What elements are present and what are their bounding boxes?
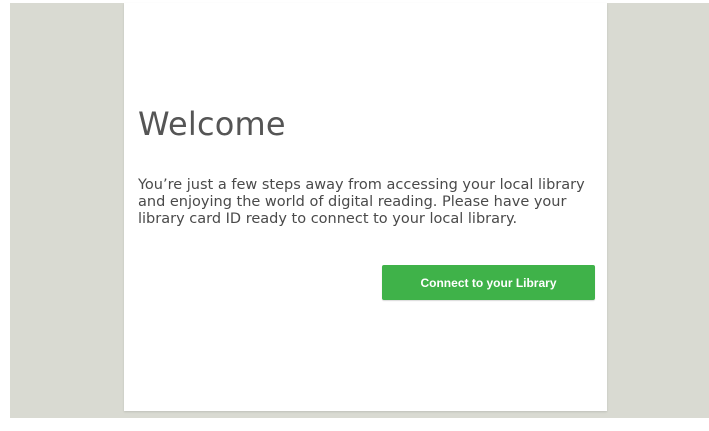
welcome-card: Welcome You’re just a few steps away fro…: [124, 3, 607, 411]
welcome-title: Welcome: [138, 105, 286, 143]
welcome-message: You’re just a few steps away from access…: [138, 177, 585, 227]
app-screen: Welcome You’re just a few steps away fro…: [0, 0, 709, 431]
connect-library-button[interactable]: Connect to your Library: [382, 265, 595, 300]
